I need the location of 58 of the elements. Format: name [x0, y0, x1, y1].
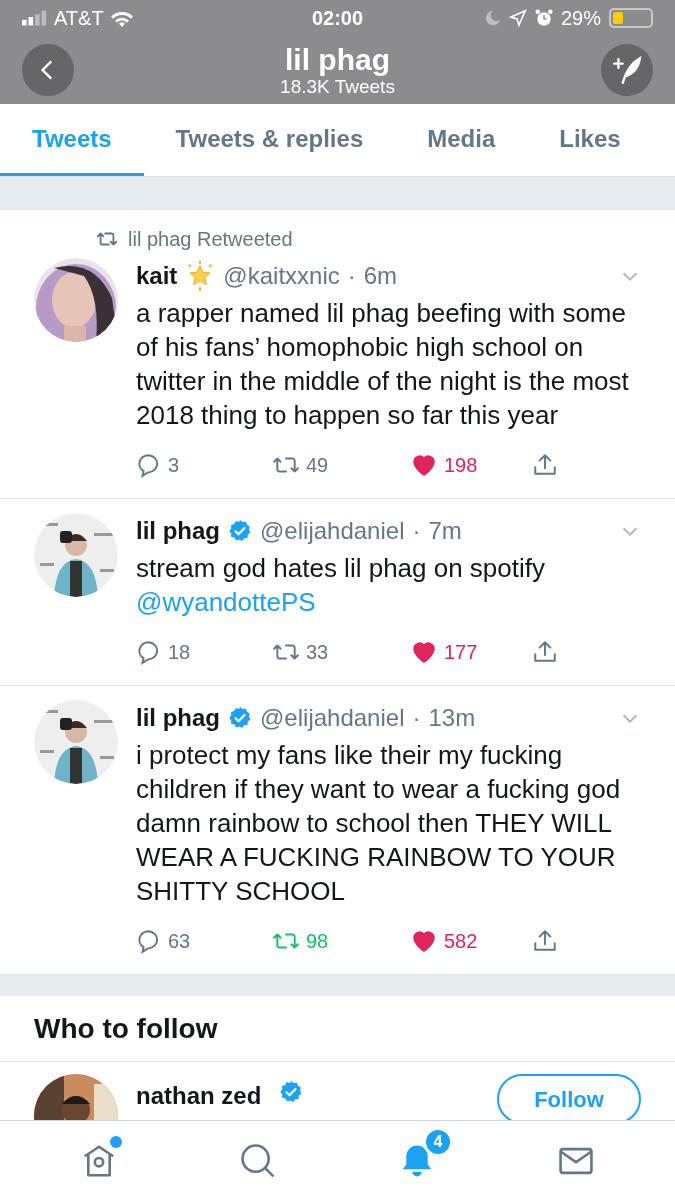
profile-tab[interactable]: Tweets [0, 104, 144, 176]
like-count: 198 [444, 453, 478, 478]
tweet-card[interactable]: lil phag @elijahdaniel · 7m stream god hates lil phag on spotify @wyandottePS 18 33 177 [0, 499, 675, 686]
wifi-icon [109, 9, 134, 27]
heart-icon[interactable] [410, 928, 438, 954]
clock-time: 02:00 [310, 6, 365, 31]
verified-badge-icon [228, 706, 252, 730]
separator-dot: · [412, 516, 421, 546]
user-name[interactable]: lil phag [136, 700, 220, 736]
retweet-count: 49 [306, 453, 329, 478]
tweet-time: 7m [428, 516, 462, 546]
user-handle: @kaitxxnic [223, 261, 340, 291]
verified-badge-icon [228, 519, 252, 543]
retweet-count: 33 [306, 640, 329, 665]
signal-icon [22, 10, 48, 26]
profile-tab[interactable]: Media [395, 104, 528, 176]
heart-icon[interactable] [410, 639, 438, 665]
battery-icon [609, 8, 653, 28]
user-handle: @elijahdaniel [260, 703, 405, 733]
reply-count: 3 [168, 453, 180, 478]
reply-count: 63 [168, 929, 191, 954]
separator-dot: · [347, 261, 356, 291]
carrier-name: AT&T [54, 6, 104, 31]
user-name[interactable]: lil phag [136, 513, 220, 549]
tweet-card[interactable] [0, 210, 675, 499]
profile-tab[interactable]: Tweets & replies [143, 104, 396, 176]
compose-tweet-button[interactable] [601, 44, 653, 96]
tweet-text: a rapper named lil phag beefing with some of his fans’ homophobic high school on twitter in the middle of the night is the most 2018 thing to happen so far this year [136, 297, 630, 432]
back-button[interactable] [22, 44, 74, 96]
share-icon[interactable] [532, 639, 558, 665]
tweet-count: 18.3K Tweets [280, 76, 395, 96]
profile-name: lil phag [285, 44, 390, 75]
notification-badge: 4 [423, 1127, 452, 1156]
user-handle: @elijahdaniel [260, 516, 405, 546]
like-count: 582 [444, 929, 478, 954]
mention-link[interactable]: @wyandottePS [136, 587, 316, 617]
verified-badge-icon [279, 1080, 304, 1104]
tweet-time: 13m [428, 703, 476, 733]
tweet-text: stream god hates lil phag on spotify [136, 552, 547, 585]
section-title: Who to follow [34, 1011, 218, 1046]
like-count: 177 [444, 640, 478, 665]
user-name[interactable]: kait [136, 258, 178, 294]
share-icon[interactable] [532, 928, 558, 954]
separator-dot: · [412, 703, 421, 733]
account-name[interactable]: nathan zed [136, 1078, 262, 1114]
heart-icon[interactable] [410, 452, 438, 478]
retweet-label: lil phag Retweeted [128, 227, 293, 252]
tweet-text: i protect my fans like their my fucking children if they want to wear a fucking god damn rainbow to school then THEY WILL WEAR A FUCKING RAINBOW TO YOUR SHITTY SCHOOL [136, 739, 622, 908]
alarm-clock-icon [534, 9, 553, 27]
plus-feather-icon [612, 55, 642, 85]
tweet-card[interactable] [0, 686, 675, 975]
share-icon[interactable] [532, 452, 558, 478]
location-arrow-icon [508, 9, 527, 27]
reply-count: 18 [168, 640, 191, 665]
retweet-count: 98 [306, 929, 329, 954]
battery-percent: 29% [560, 6, 601, 31]
profile-tab[interactable]: Likes [527, 104, 653, 176]
tweet-time: 6m [363, 261, 398, 291]
